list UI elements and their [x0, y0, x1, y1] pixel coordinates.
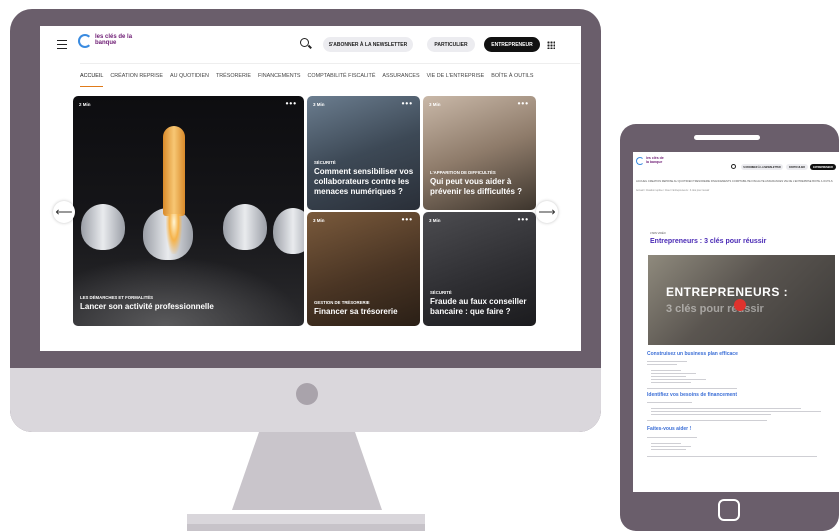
- smoke-image: [73, 256, 304, 326]
- particulier-button[interactable]: PARTICULIER: [786, 164, 808, 170]
- read-time-badge: 3 Min: [429, 218, 441, 223]
- article-card-difficultes[interactable]: 3 Min ••• L'APPARITION DE DIFFICULTÉS Qu…: [423, 96, 536, 210]
- article-card-fraude[interactable]: 3 Min ••• SÉCURITÉ Fraude au faux consei…: [423, 212, 536, 326]
- carousel-next-arrow-icon[interactable]: ⟶: [536, 201, 558, 223]
- text-line: [651, 370, 681, 372]
- video-headline: ENTREPRENEURS :: [666, 285, 789, 299]
- header-divider: [80, 63, 580, 64]
- nav-item-financements[interactable]: FINANCEMENTS: [258, 73, 301, 87]
- search-icon[interactable]: [731, 164, 736, 169]
- newsletter-button[interactable]: S'ABONNER À LA NEWSLETTER: [741, 164, 783, 170]
- apps-grid-icon[interactable]: [547, 41, 555, 49]
- read-time-badge: 2 Min: [79, 102, 91, 107]
- nav-item-boite-outils[interactable]: BOÎTE À OUTILS: [491, 73, 533, 87]
- balloon-image: [81, 204, 125, 250]
- logo-icon[interactable]: [78, 34, 92, 48]
- nav-item-vie-entreprise[interactable]: VIE DE L'ENTREPRISE: [427, 73, 485, 87]
- main-nav[interactable]: ACCUEIL CRÉATION REPRISE AU QUOTIDIEN TR…: [636, 180, 839, 183]
- card-title[interactable]: Fraude au faux conseiller bancaire : que…: [430, 297, 532, 317]
- card-category: GESTION DE TRÉSORERIE: [314, 300, 370, 305]
- desktop-screen: les clés de la banque S'ABONNER À LA NEW…: [40, 26, 581, 351]
- monitor-base-shadow: [187, 524, 425, 531]
- particulier-button[interactable]: PARTICULIER: [427, 37, 475, 52]
- text-line: [651, 379, 706, 381]
- text-line: [651, 376, 686, 378]
- video-subline: 3 clés pour réussir: [666, 303, 764, 315]
- logo-text[interactable]: les clés de la banque: [95, 34, 135, 46]
- phone-screen: les clés de la banque S'ABONNER À LA NEW…: [633, 152, 839, 492]
- text-line: [647, 388, 737, 390]
- menu-icon[interactable]: [57, 40, 67, 49]
- text-line: [647, 361, 687, 363]
- rocket-flame-image: [166, 214, 182, 254]
- phone-home-button: [718, 499, 740, 521]
- more-options-icon[interactable]: •••: [518, 216, 529, 224]
- text-line: [647, 364, 677, 366]
- more-options-icon[interactable]: •••: [286, 100, 297, 108]
- breadcrumb[interactable]: Accueil / Création reprise / Créer / Ent…: [636, 189, 709, 192]
- balloon-image: [273, 208, 304, 254]
- article-title: Entrepreneurs : 3 clés pour réussir: [650, 238, 767, 245]
- card-title[interactable]: Financer sa trésorerie: [314, 307, 416, 317]
- text-line: [647, 402, 692, 404]
- card-title[interactable]: Comment sensibiliser vos collaborateurs …: [314, 167, 416, 197]
- logo-icon[interactable]: [636, 157, 644, 165]
- video-thumbnail[interactable]: ENTREPRENEURS : 3 clés pour réussir: [648, 255, 835, 345]
- carousel-prev-arrow-icon[interactable]: ⟵: [53, 201, 75, 223]
- logo-text[interactable]: les clés de la banque: [646, 156, 666, 164]
- text-line: [651, 449, 686, 451]
- card-title[interactable]: Qui peut vous aider à prévenir les diffi…: [430, 177, 532, 197]
- site-header: les clés de la banque S'ABONNER À LA NEW…: [40, 26, 581, 64]
- read-time-badge: 3 Min: [313, 102, 325, 107]
- monitor-stand: [232, 432, 382, 510]
- text-line: [651, 411, 821, 413]
- card-category: SÉCURITÉ: [430, 290, 452, 295]
- entrepreneur-button[interactable]: ENTREPRENEUR: [810, 164, 836, 170]
- main-nav: ACCUEIL CRÉATION REPRISE AU QUOTIDIEN TR…: [80, 73, 580, 87]
- card-title[interactable]: Lancer son activité professionnelle: [80, 302, 290, 312]
- read-time-badge: 3 Min: [313, 218, 325, 223]
- play-icon[interactable]: [734, 299, 746, 311]
- article-card-securite-sensibiliser[interactable]: 3 Min ••• SÉCURITÉ Comment sensibiliser …: [307, 96, 420, 210]
- article-card-tresorerie[interactable]: 3 Min ••• GESTION DE TRÉSORERIE Financer…: [307, 212, 420, 326]
- text-line: [647, 456, 817, 458]
- text-line: [647, 420, 767, 422]
- nav-item-accueil[interactable]: ACCUEIL: [80, 73, 104, 87]
- card-category: LES DÉMARCHES ET FORMALITÉS: [80, 295, 154, 300]
- rocket-image: [163, 126, 185, 216]
- nav-item-creation-reprise[interactable]: CRÉATION REPRISE: [110, 73, 163, 87]
- section-heading-2: Identifiez vos besoins de financement: [647, 392, 738, 398]
- phone-speaker: [694, 135, 760, 140]
- more-options-icon[interactable]: •••: [402, 216, 413, 224]
- text-line: [651, 446, 691, 448]
- section-heading-3: Faites-vous aider !: [647, 426, 692, 432]
- nav-item-assurances[interactable]: ASSURANCES: [382, 73, 419, 87]
- text-line: [651, 414, 771, 416]
- more-options-icon[interactable]: •••: [518, 100, 529, 108]
- nav-item-tresorerie[interactable]: TRÉSORERIE: [216, 73, 251, 87]
- read-time-badge: 3 Min: [429, 102, 441, 107]
- section-heading-1: Construisez un business plan efficace: [647, 351, 738, 357]
- search-icon[interactable]: [300, 38, 309, 47]
- nav-item-comptabilite-fiscalite[interactable]: COMPTABILITÉ FISCALITÉ: [308, 73, 376, 87]
- text-line: [651, 443, 681, 445]
- entrepreneur-button[interactable]: ENTREPRENEUR: [484, 37, 540, 52]
- more-options-icon[interactable]: •••: [402, 100, 413, 108]
- balloon-image: [223, 204, 267, 250]
- text-line: [651, 408, 801, 410]
- text-line: [651, 382, 691, 384]
- card-category: SÉCURITÉ: [314, 160, 336, 165]
- nav-item-au-quotidien[interactable]: AU QUOTIDIEN: [170, 73, 209, 87]
- newsletter-button[interactable]: S'ABONNER À LA NEWSLETTER: [323, 37, 413, 52]
- text-line: [647, 437, 697, 439]
- monitor-power-button: [296, 383, 318, 405]
- card-category: L'APPARITION DE DIFFICULTÉS: [430, 170, 496, 175]
- article-meta: 3 MIN VIDÉO: [650, 232, 666, 235]
- article-card-main[interactable]: 2 Min ••• LES DÉMARCHES ET FORMALITÉS La…: [73, 96, 304, 326]
- text-line: [651, 373, 696, 375]
